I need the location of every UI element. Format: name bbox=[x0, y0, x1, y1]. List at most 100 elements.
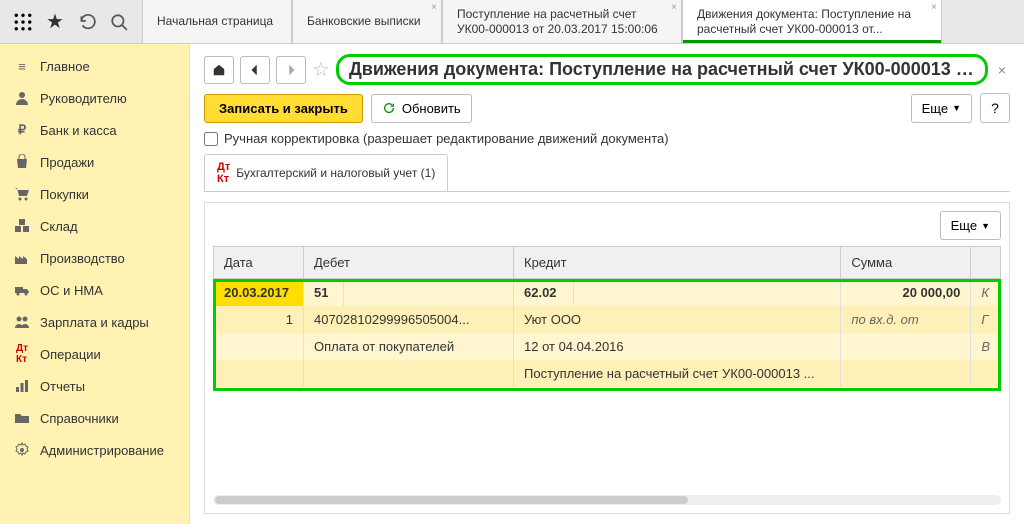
sidebar-item-sales[interactable]: Продажи bbox=[0, 146, 189, 178]
favorite-icon[interactable]: ☆ bbox=[312, 57, 330, 82]
more-button[interactable]: Еще▼ bbox=[911, 94, 972, 123]
sidebar-item-label: Зарплата и кадры bbox=[40, 315, 149, 330]
people-icon bbox=[14, 314, 30, 330]
topbar-icons: ★ bbox=[0, 0, 142, 43]
cell-ex: К bbox=[971, 279, 1001, 307]
close-icon[interactable]: × bbox=[931, 2, 937, 13]
action-row: Записать и закрыть Обновить Еще▼ ? bbox=[204, 93, 1010, 123]
table-row[interactable]: 20.03.2017 51 62.02 20 000,00 К bbox=[214, 279, 1001, 307]
cell-credit-acc: 62.02 bbox=[514, 279, 574, 307]
help-button[interactable]: ? bbox=[980, 93, 1010, 123]
table-toolbar: Еще ▼ bbox=[213, 211, 1001, 240]
cell-credit-sub: 12 от 04.04.2016 bbox=[514, 333, 841, 360]
tab-label: Движения документа: Поступление на расче… bbox=[697, 7, 927, 36]
chevron-down-icon: ▼ bbox=[952, 103, 961, 113]
chevron-down-icon: ▼ bbox=[981, 221, 990, 231]
sidebar-item-label: Руководителю bbox=[40, 91, 127, 106]
tab-movements[interactable]: Движения документа: Поступление на расче… bbox=[682, 0, 942, 43]
table-area: Еще ▼ Дата Дебет Кредит Сумма bbox=[204, 202, 1010, 514]
save-close-button[interactable]: Записать и закрыть bbox=[204, 94, 363, 123]
col-sum[interactable]: Сумма bbox=[841, 247, 971, 279]
cell-credit-sub: Уют ООО bbox=[514, 306, 841, 333]
sidebar-item-label: ОС и НМА bbox=[40, 283, 103, 298]
sidebar-item-label: Администрирование bbox=[40, 443, 164, 458]
sidebar-item-label: Операции bbox=[40, 347, 101, 362]
movements-table: Дата Дебет Кредит Сумма 20.03.2017 51 bbox=[213, 246, 1001, 387]
refresh-button[interactable]: Обновить bbox=[371, 94, 472, 123]
folder-icon bbox=[14, 410, 30, 426]
sidebar-item-production[interactable]: Производство bbox=[0, 242, 189, 274]
subtab-row: ДтКт Бухгалтерский и налоговый учет (1) bbox=[204, 154, 1010, 192]
manual-edit-row: Ручная корректировка (разрешает редактир… bbox=[204, 131, 1010, 146]
cell-empty bbox=[971, 360, 1001, 387]
cell-sum: 20 000,00 bbox=[841, 279, 971, 307]
sidebar-item-main[interactable]: ≡ Главное bbox=[0, 50, 189, 82]
star-icon[interactable]: ★ bbox=[46, 13, 64, 31]
sidebar-item-manager[interactable]: Руководителю bbox=[0, 82, 189, 114]
table-row[interactable]: Поступление на расчетный счет УК00-00001… bbox=[214, 360, 1001, 387]
sidebar-item-label: Склад bbox=[40, 219, 78, 234]
tab-bank[interactable]: Банковские выписки × bbox=[292, 0, 442, 43]
table-row[interactable]: Оплата от покупателей 12 от 04.04.2016 В bbox=[214, 333, 1001, 360]
sidebar-item-label: Покупки bbox=[40, 187, 89, 202]
close-icon[interactable]: × bbox=[671, 2, 677, 13]
tabs: Начальная страница Банковские выписки × П… bbox=[142, 0, 1024, 43]
boxes-icon bbox=[14, 218, 30, 234]
cell-date: 20.03.2017 bbox=[214, 279, 304, 307]
forward-button[interactable] bbox=[276, 56, 306, 84]
truck-icon bbox=[14, 282, 30, 298]
manual-edit-label: Ручная корректировка (разрешает редактир… bbox=[224, 131, 669, 146]
sidebar-item-assets[interactable]: ОС и НМА bbox=[0, 274, 189, 306]
col-date[interactable]: Дата bbox=[214, 247, 304, 279]
tab-label: Банковские выписки bbox=[307, 14, 421, 28]
close-icon[interactable]: × bbox=[431, 2, 437, 13]
header-row: ☆ Движения документа: Поступление на рас… bbox=[204, 54, 1010, 85]
menu-icon: ≡ bbox=[14, 58, 30, 74]
sidebar-item-refs[interactable]: Справочники bbox=[0, 402, 189, 434]
table-row[interactable]: 1 40702810299996505004... Уют ООО по вх.… bbox=[214, 306, 1001, 333]
close-icon[interactable]: × bbox=[994, 62, 1010, 78]
sidebar-item-bank[interactable]: ₽ Банк и касса bbox=[0, 114, 189, 146]
sidebar-item-admin[interactable]: Администрирование bbox=[0, 434, 189, 466]
tab-home[interactable]: Начальная страница bbox=[142, 0, 292, 43]
home-button[interactable] bbox=[204, 56, 234, 84]
horizontal-scrollbar[interactable] bbox=[213, 495, 1001, 505]
back-button[interactable] bbox=[240, 56, 270, 84]
chart-icon bbox=[14, 378, 30, 394]
sidebar-item-label: Продажи bbox=[40, 155, 94, 170]
cell-ex: В bbox=[971, 333, 1001, 360]
sidebar-item-label: Банк и касса bbox=[40, 123, 117, 138]
main: ≡ Главное Руководителю ₽ Банк и касса Прод… bbox=[0, 44, 1024, 524]
tab-label: Поступление на расчетный счет УК00-00001… bbox=[457, 7, 667, 36]
cell-note: по вх.д. от bbox=[841, 306, 971, 333]
dkt-icon: ДтКт bbox=[14, 346, 30, 362]
tab-receipt[interactable]: Поступление на расчетный счет УК00-00001… bbox=[442, 0, 682, 43]
subtab-accounting[interactable]: ДтКт Бухгалтерский и налоговый учет (1) bbox=[204, 154, 448, 191]
sidebar-item-purchase[interactable]: Покупки bbox=[0, 178, 189, 210]
more-label: Еще bbox=[951, 218, 977, 233]
sidebar-item-label: Главное bbox=[40, 59, 90, 74]
sidebar-item-ops[interactable]: ДтКт Операции bbox=[0, 338, 189, 370]
history-icon[interactable] bbox=[78, 13, 96, 31]
sidebar-item-reports[interactable]: Отчеты bbox=[0, 370, 189, 402]
factory-icon bbox=[14, 250, 30, 266]
bag-icon bbox=[14, 154, 30, 170]
table-more-button[interactable]: Еще ▼ bbox=[940, 211, 1001, 240]
ruble-icon: ₽ bbox=[14, 122, 30, 138]
sidebar-item-label: Производство bbox=[40, 251, 125, 266]
sidebar-item-stock[interactable]: Склад bbox=[0, 210, 189, 242]
col-credit[interactable]: Кредит bbox=[514, 247, 841, 279]
manual-edit-checkbox[interactable] bbox=[204, 132, 218, 146]
cell-debit-sub: Оплата от покупателей bbox=[304, 333, 514, 360]
grid-icon[interactable] bbox=[14, 13, 32, 31]
col-debit[interactable]: Дебет bbox=[304, 247, 514, 279]
tab-label: Начальная страница bbox=[157, 14, 273, 28]
cell-debit-acc: 51 bbox=[304, 279, 344, 307]
cell-empty bbox=[841, 333, 971, 360]
cell-n: 1 bbox=[214, 306, 304, 333]
cell-debit-sub: 40702810299996505004... bbox=[304, 306, 514, 333]
person-icon bbox=[14, 90, 30, 106]
search-icon[interactable] bbox=[110, 13, 128, 31]
sidebar-item-payroll[interactable]: Зарплата и кадры bbox=[0, 306, 189, 338]
cell-empty bbox=[214, 333, 304, 360]
